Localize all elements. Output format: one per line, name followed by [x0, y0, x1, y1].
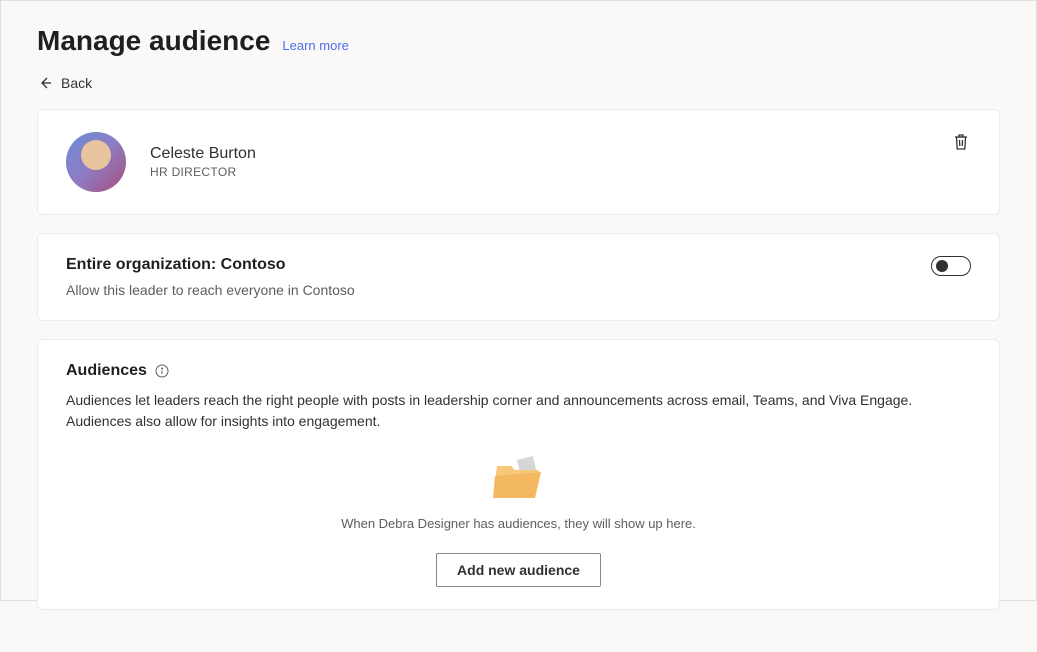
audiences-description: Audiences let leaders reach the right pe…	[66, 390, 971, 432]
folder-icon	[489, 452, 549, 502]
person-name: Celeste Burton	[150, 145, 256, 163]
organization-title: Entire organization: Contoso	[66, 256, 355, 274]
audiences-card: Audiences Audiences let leaders reach th…	[37, 339, 1000, 610]
toggle-knob	[936, 260, 948, 272]
organization-toggle[interactable]	[931, 256, 971, 276]
delete-icon[interactable]	[951, 132, 971, 152]
organization-card: Entire organization: Contoso Allow this …	[37, 233, 1000, 321]
organization-description: Allow this leader to reach everyone in C…	[66, 282, 355, 298]
back-button[interactable]: Back	[37, 75, 92, 91]
person-card: Celeste Burton HR DIRECTOR	[37, 109, 1000, 215]
arrow-left-icon	[37, 75, 53, 91]
person-info-wrapper: Celeste Burton HR DIRECTOR	[66, 132, 256, 192]
audiences-title: Audiences	[66, 362, 147, 380]
page-title: Manage audience	[37, 25, 270, 57]
avatar	[66, 132, 126, 192]
empty-state-text: When Debra Designer has audiences, they …	[341, 516, 696, 531]
add-new-audience-button[interactable]: Add new audience	[436, 553, 601, 587]
back-label: Back	[61, 75, 92, 91]
empty-state: When Debra Designer has audiences, they …	[66, 452, 971, 587]
person-title: HR DIRECTOR	[150, 165, 256, 179]
info-icon[interactable]	[155, 364, 169, 378]
learn-more-link[interactable]: Learn more	[282, 38, 348, 53]
